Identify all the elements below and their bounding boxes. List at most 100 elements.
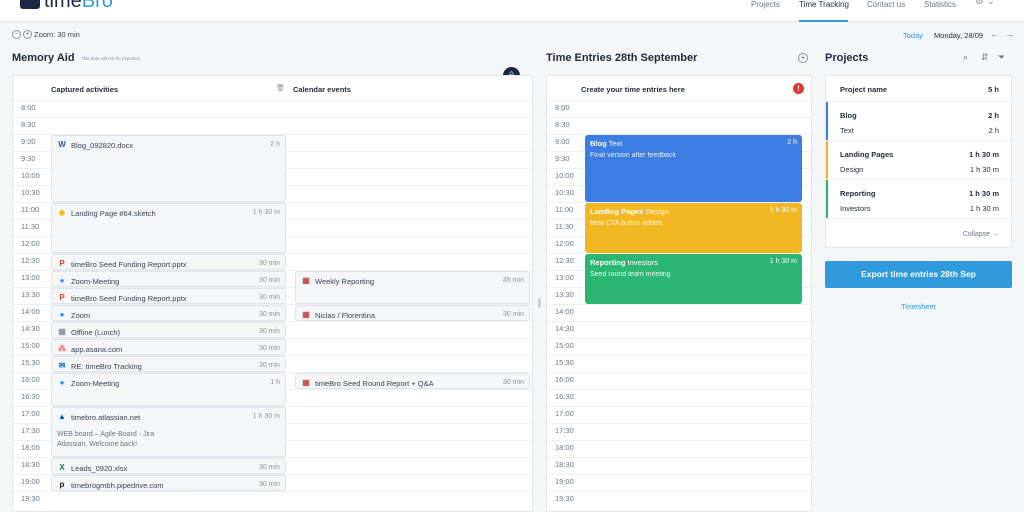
calendar-icon: ▦ [302, 276, 310, 285]
prev-day-icon[interactable]: ← [990, 29, 1005, 39]
nav-contact-us[interactable]: Contact us [867, 0, 905, 9]
project-group[interactable]: Landing Pages 1 h 30 m Design 1 h 30 m [826, 141, 1011, 180]
captured-activity[interactable]: ✉ RE: timeBro Tracking 30 min [51, 356, 286, 372]
captured-activity[interactable]: ● Zoom 30 min [51, 305, 286, 321]
grid-line [547, 338, 811, 339]
project-group[interactable]: Blog 2 h Text 2 h [826, 102, 1011, 141]
zoom-in-icon[interactable]: + [23, 30, 32, 39]
captured-activity[interactable]: PtimeBro Seed Funding Report.pptx 30 min [51, 288, 286, 304]
trash-icon[interactable]: 🗑 [276, 84, 285, 92]
projects-panel: Project name 5 h Blog 2 h Text 2 h Landing P… [825, 75, 1012, 248]
task-name: Investors [840, 204, 871, 213]
calendar-event[interactable]: ▦ Weekly Reporting 45 min [295, 271, 530, 304]
search-icon[interactable]: ⌕ [963, 52, 968, 63]
divider [826, 218, 1011, 219]
time-label: 11:30 [555, 222, 574, 231]
time-label: 15:00 [21, 341, 40, 350]
export-button[interactable]: Export time entries 28th Sep [825, 261, 1012, 288]
project-color-bar [826, 180, 828, 218]
entry-description: New CTA button added [590, 220, 662, 227]
top-navigation: timeBro Projects Time Tracking Contact u… [0, 0, 1024, 22]
atlassian-icon: ▲ [58, 412, 66, 421]
captured-activity[interactable]: PtimeBro Seed Funding Report.pptx 30 min [51, 254, 286, 270]
entry-duration: 1 h 30 m [769, 207, 797, 214]
captured-activity[interactable]: ◆ Landing Page #64.sketch 1 h 30 m [51, 203, 286, 253]
activity-duration: 30 min [258, 294, 280, 301]
captured-activity[interactable]: ⁂ app.asana.com 30 min [51, 339, 286, 355]
time-label: 15:30 [21, 358, 40, 367]
time-label: 14:30 [555, 324, 574, 333]
time-entry[interactable]: Landing Pages Design 1 h 30 m New CTA butt… [585, 203, 802, 253]
time-entry[interactable]: Blog Text 2 h Final version after feedback [585, 135, 802, 202]
event-name: Weekly Reporting [315, 277, 375, 286]
time-label: 16:00 [21, 375, 40, 384]
next-day-icon[interactable]: → [1005, 29, 1020, 39]
time-entries-title: Time Entries 28th September [546, 52, 698, 64]
captured-activity[interactable]: X Leads_0920.xlsx 30 min [51, 458, 286, 474]
grid-line [547, 389, 811, 390]
entry-task: Design [645, 207, 669, 216]
zoom-icon: ● [59, 276, 65, 285]
nav-statistics[interactable]: Statistics [924, 0, 956, 9]
project-name-header: Project name [840, 85, 888, 94]
entry-project: Reporting [590, 258, 626, 267]
activity-duration: 1 h [270, 379, 280, 386]
calendar-event[interactable]: ▦ timeBro Seed Round Report + Q&A 30 min [295, 373, 530, 389]
project-duration: 1 h 30 m [968, 189, 999, 198]
warning-icon[interactable]: ! [793, 83, 804, 94]
activity-duration: 30 min [258, 328, 280, 335]
captured-activity[interactable]: ● Zoom-Meeting 30 min [51, 271, 286, 287]
grid-line [547, 355, 811, 356]
export-note: This data will not be exported. [81, 56, 141, 61]
time-label: 18:30 [555, 460, 574, 469]
activity-name: Offline (Lunch) [71, 328, 121, 337]
time-label: 12:30 [555, 256, 574, 265]
activity-duration: 1 h 30 m [252, 209, 280, 216]
grid-line [547, 440, 811, 441]
captured-activity[interactable]: p timebrogmbh.pipedrive.com 30 min [51, 475, 286, 491]
time-entry[interactable]: Reporting Investors 1 h 30 m Seed round te… [585, 254, 802, 304]
time-label: 14:00 [21, 307, 40, 316]
time-label: 10:30 [555, 188, 574, 197]
captured-activity[interactable]: ▦ Offline (Lunch) 30 min [51, 322, 286, 338]
entry-project: Landing Pages [590, 207, 644, 216]
time-label: 19:30 [21, 494, 40, 503]
today-button[interactable]: Today [903, 31, 923, 40]
zoom-out-icon[interactable]: − [12, 30, 21, 39]
active-tab-indicator [799, 20, 848, 22]
task-duration: 1 h 30 m [969, 165, 999, 174]
activity-name: app.asana.com [71, 345, 123, 354]
captured-activity[interactable]: W Blog_092820.docx 2 h [51, 135, 286, 202]
powerpoint-icon: P [59, 259, 65, 268]
grid-line [13, 117, 532, 118]
nav-time-tracking[interactable]: Time Tracking [799, 0, 849, 9]
time-label: 17:30 [555, 426, 574, 435]
nav-projects[interactable]: Projects [751, 0, 780, 9]
timesheet-link[interactable]: Timesheet [825, 302, 1012, 311]
add-entry-icon[interactable]: + [798, 53, 808, 63]
logo[interactable]: timeBro [20, 0, 113, 12]
calendar-icon: ▦ [302, 378, 310, 387]
sort-icon[interactable]: ⇵ [981, 52, 989, 63]
time-label: 13:00 [21, 273, 40, 282]
activity-name: Blog_092820.docx [71, 141, 134, 150]
task-name: Design [840, 165, 864, 174]
zoom-icon: ● [59, 310, 65, 319]
event-duration: 45 min [502, 277, 524, 284]
logo-text-prefix: time [44, 0, 82, 12]
time-label: 19:30 [555, 494, 574, 503]
panel-divider-handle[interactable] [538, 298, 541, 308]
entry-title: Blog Text [590, 139, 622, 148]
settings-dropdown-icon[interactable]: ⚙ ⌄ [975, 0, 995, 7]
project-group[interactable]: Reporting 1 h 30 m Investors 1 h 30 m [826, 180, 1011, 219]
time-label: 17:00 [21, 409, 40, 418]
captured-activity[interactable]: ● Zoom-Meeting 1 h [51, 373, 286, 406]
project-name: Landing Pages [840, 150, 894, 159]
collapse-button[interactable]: Collapse → [963, 231, 999, 238]
sketch-icon: ◆ [58, 208, 66, 217]
filter-icon[interactable]: ⏷ [998, 52, 1005, 63]
entry-task: Text [608, 139, 623, 148]
project-name: Reporting [840, 189, 876, 198]
calendar-event[interactable]: ▦ Niclas / Florentina 30 min [295, 305, 530, 321]
captured-activity[interactable]: ▲ timebro.atlassian.net 1 h 30 m WEB board … [51, 407, 286, 457]
